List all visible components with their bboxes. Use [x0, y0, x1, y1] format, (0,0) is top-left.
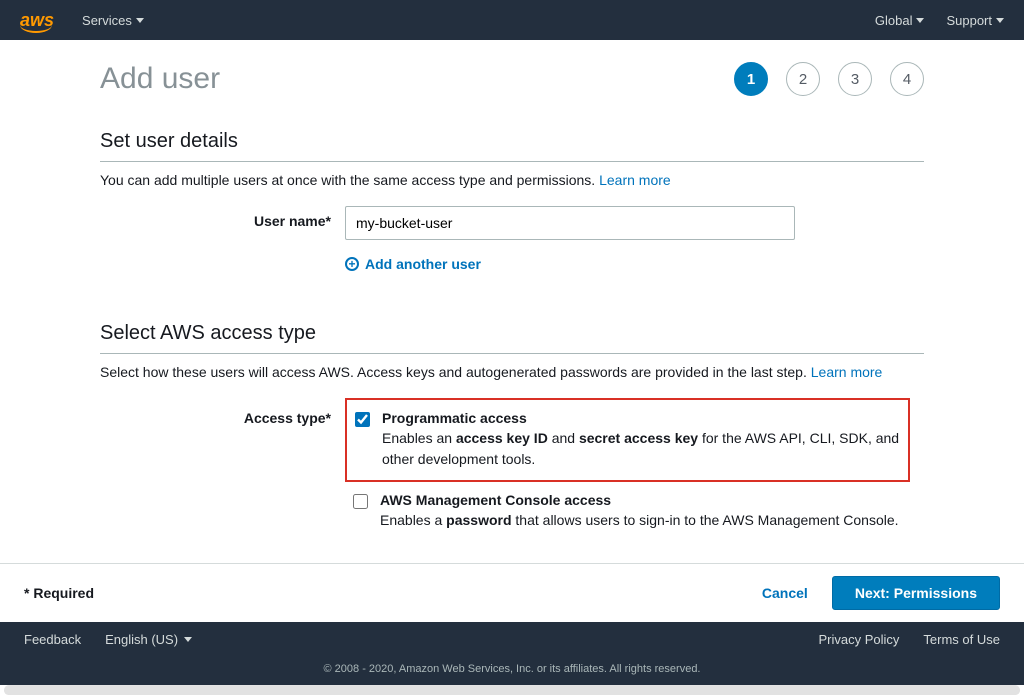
access-option-console: AWS Management Console access Enables a …: [345, 482, 910, 541]
step-3[interactable]: 3: [838, 62, 872, 96]
scrollbar-thumb[interactable]: [4, 686, 1020, 695]
services-menu[interactable]: Services: [82, 13, 144, 28]
console-title: AWS Management Console access: [380, 492, 899, 508]
programmatic-title: Programmatic access: [382, 410, 900, 426]
user-details-heading: Set user details: [100, 130, 924, 162]
next-permissions-button[interactable]: Next: Permissions: [832, 576, 1000, 610]
console-desc: Enables a password that allows users to …: [380, 510, 899, 531]
step-2[interactable]: 2: [786, 62, 820, 96]
wizard-steps: 1 2 3 4: [734, 62, 924, 96]
access-type-desc: Select how these users will access AWS. …: [100, 364, 924, 380]
console-checkbox[interactable]: [353, 494, 368, 509]
title-row: Add user 1 2 3 4: [100, 62, 924, 96]
support-menu[interactable]: Support: [946, 13, 1004, 28]
main-content: Add user 1 2 3 4 Set user details You ca…: [0, 40, 1024, 563]
topbar: aws Services Global Support: [0, 0, 1024, 40]
aws-logo[interactable]: aws: [20, 10, 54, 31]
caret-down-icon: [996, 18, 1004, 23]
required-note: * Required: [24, 585, 94, 601]
add-another-user-link[interactable]: + Add another user: [345, 256, 481, 272]
caret-down-icon: [916, 18, 924, 23]
horizontal-scrollbar[interactable]: [4, 685, 1020, 695]
page-title: Add user: [100, 62, 734, 96]
caret-down-icon: [136, 18, 144, 23]
bottom-bar: * Required Cancel Next: Permissions: [0, 563, 1024, 622]
cancel-button[interactable]: Cancel: [762, 585, 808, 601]
support-label: Support: [946, 13, 992, 28]
step-1[interactable]: 1: [734, 62, 768, 96]
access-type-row: Access type* Programmatic access Enables…: [100, 398, 924, 541]
add-another-label: Add another user: [365, 256, 481, 272]
access-type-label: Access type*: [100, 398, 345, 426]
step-4[interactable]: 4: [890, 62, 924, 96]
learn-more-link[interactable]: Learn more: [811, 364, 883, 380]
user-details-desc: You can add multiple users at once with …: [100, 172, 924, 188]
username-row: User name*: [100, 206, 924, 240]
username-label: User name*: [100, 206, 345, 229]
username-input[interactable]: [345, 206, 795, 240]
access-option-programmatic: Programmatic access Enables an access ke…: [345, 398, 910, 482]
add-another-row: + Add another user: [100, 252, 924, 272]
services-label: Services: [82, 13, 132, 28]
programmatic-desc: Enables an access key ID and secret acce…: [382, 428, 900, 470]
learn-more-link[interactable]: Learn more: [599, 172, 671, 188]
footer: Feedback English (US) Privacy Policy Ter…: [0, 622, 1024, 685]
region-menu[interactable]: Global: [875, 13, 925, 28]
region-label: Global: [875, 13, 913, 28]
copyright: © 2008 - 2020, Amazon Web Services, Inc.…: [0, 657, 1024, 685]
programmatic-checkbox[interactable]: [355, 412, 370, 427]
plus-circle-icon: +: [345, 257, 359, 271]
access-type-heading: Select AWS access type: [100, 322, 924, 354]
